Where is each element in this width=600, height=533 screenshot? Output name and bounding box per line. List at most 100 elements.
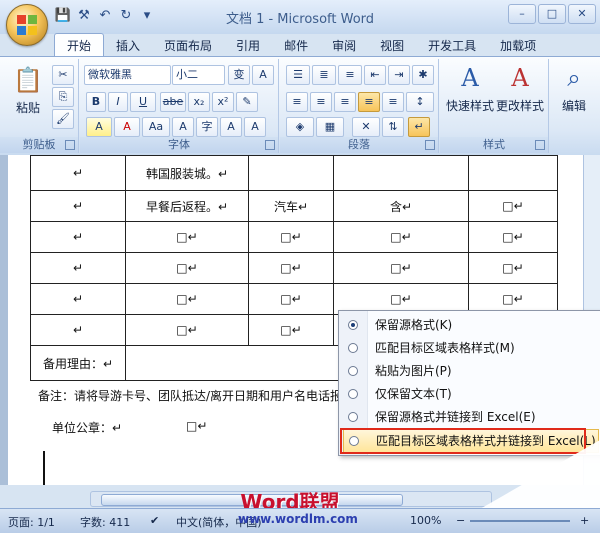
table-cell[interactable]: ↵ — [30, 252, 126, 284]
sort-icon[interactable]: ⇅ — [382, 117, 404, 137]
multilevel-list-icon[interactable]: ≡ — [338, 65, 362, 85]
font-launcher-icon[interactable] — [265, 140, 275, 150]
borders-icon[interactable]: ▦ — [316, 117, 344, 137]
cut-icon[interactable]: ✂ — [52, 65, 74, 85]
zoom-level[interactable]: 100% — [410, 514, 441, 527]
styles-launcher-icon[interactable] — [535, 140, 545, 150]
asian-layout-icon[interactable]: ✱ — [412, 65, 434, 85]
table-cell[interactable]: ↵ — [30, 221, 126, 253]
italic-button[interactable]: I — [108, 92, 128, 112]
bold-button[interactable]: B — [86, 92, 106, 112]
table-cell[interactable]: ↵ — [30, 283, 126, 315]
tab-mailings[interactable]: 邮件 — [272, 34, 320, 56]
table-cell[interactable]: 韩国服装城。↵ — [125, 155, 249, 191]
align-left-icon[interactable]: ≡ — [286, 92, 308, 112]
menu-item-text-only[interactable]: 仅保留文本(T) — [343, 383, 597, 405]
clipboard-launcher-icon[interactable] — [65, 140, 75, 150]
table-cell[interactable]: □↵ — [333, 221, 469, 253]
char-border-icon[interactable]: A — [252, 65, 274, 85]
shrink-font-button[interactable]: A — [244, 117, 266, 137]
phonetic-guide-icon[interactable]: 变 — [228, 65, 250, 85]
reason-label-cell[interactable]: 备用理由：↵ — [30, 345, 126, 381]
table-cell[interactable]: ↵ — [30, 314, 126, 346]
table-cell[interactable]: 含↵ — [333, 190, 469, 222]
menu-item-keep-source-link-excel[interactable]: 保留源格式并链接到 Excel(E) — [343, 406, 597, 428]
decrease-indent-icon[interactable]: ⇤ — [364, 65, 386, 85]
distributed-icon[interactable]: ≡ — [382, 92, 404, 112]
maximize-button[interactable]: □ — [538, 4, 566, 24]
tab-insert[interactable]: 插入 — [104, 34, 152, 56]
highlight-color-button[interactable]: A — [86, 117, 112, 137]
change-styles-button[interactable]: A 更改样式 — [494, 63, 546, 114]
close-button[interactable]: ✕ — [568, 4, 596, 24]
tab-references[interactable]: 引用 — [224, 34, 272, 56]
spelling-check-icon[interactable]: ✔ — [150, 514, 159, 527]
font-group: 微软雅黑 小二 变 A B I U abe x₂ x² ✎ A A Aa A 字… — [80, 59, 279, 153]
paste-button[interactable]: 📋 粘贴 — [10, 65, 46, 116]
superscript-button[interactable]: x² — [212, 92, 234, 112]
table-cell[interactable]: □↵ — [248, 252, 334, 284]
table-cell[interactable]: □↵ — [125, 252, 249, 284]
align-right-icon[interactable]: ≡ — [334, 92, 356, 112]
table-cell[interactable]: □↵ — [333, 252, 469, 284]
tab-page-layout[interactable]: 页面布局 — [152, 34, 224, 56]
table-cell[interactable]: □↵ — [125, 221, 249, 253]
tab-review[interactable]: 审阅 — [320, 34, 368, 56]
table-cell[interactable]: □↵ — [125, 314, 249, 346]
table-cell[interactable]: 汽车↵ — [248, 190, 334, 222]
shading-icon[interactable]: ◈ — [286, 117, 314, 137]
minimize-button[interactable]: – — [508, 4, 536, 24]
align-center-icon[interactable]: ≡ — [310, 92, 332, 112]
paragraph-launcher-icon[interactable] — [425, 140, 435, 150]
font-size-select[interactable]: 小二 — [172, 65, 225, 85]
change-case-button[interactable]: Aa — [142, 117, 170, 137]
page-count[interactable]: 页面: 1/1 — [8, 514, 55, 530]
zoom-out-icon[interactable]: − — [456, 514, 465, 527]
strikethrough-button[interactable]: abe — [160, 92, 186, 112]
table-cell[interactable]: □↵ — [468, 221, 558, 253]
tab-home[interactable]: 开始 — [54, 33, 105, 56]
table-cell[interactable]: □↵ — [248, 283, 334, 315]
quick-styles-button[interactable]: A 快速样式 — [444, 63, 496, 114]
tab-developer[interactable]: 开发工具 — [416, 34, 488, 56]
justify-icon[interactable]: ≡ — [358, 92, 380, 112]
table-cell[interactable] — [468, 155, 558, 191]
show-marks-icon[interactable]: ↵ — [408, 117, 430, 137]
zoom-slider[interactable] — [470, 520, 570, 522]
table-cell[interactable]: □↵ — [468, 252, 558, 284]
copy-icon[interactable]: ⎘ — [52, 87, 74, 107]
table-cell[interactable] — [248, 155, 334, 191]
line-spacing-icon[interactable]: ↕ — [406, 92, 434, 112]
font-color-button[interactable]: A — [114, 117, 140, 137]
format-brush-icon[interactable]: 🖌 — [52, 109, 74, 129]
table-cell[interactable]: ↵ — [30, 155, 126, 191]
subscript-button[interactable]: x₂ — [188, 92, 210, 112]
table-cell[interactable]: ↵ — [30, 190, 126, 222]
char-shading-button[interactable]: A — [172, 117, 194, 137]
enclose-char-button[interactable]: 字 — [196, 117, 218, 137]
tab-view[interactable]: 视图 — [368, 34, 416, 56]
table-cell[interactable]: □↵ — [468, 190, 558, 222]
table-cell[interactable]: □↵ — [248, 314, 334, 346]
menu-item-keep-source[interactable]: 保留源格式(K) — [343, 314, 597, 336]
word-count[interactable]: 字数: 411 — [80, 514, 130, 530]
clear-format-icon[interactable]: ✎ — [236, 92, 258, 112]
table-cell[interactable]: 早餐后返程。↵ — [125, 190, 249, 222]
menu-item-paste-picture[interactable]: 粘贴为图片(P) — [343, 360, 597, 382]
table-cell[interactable]: □↵ — [248, 221, 334, 253]
editing-button[interactable]: ⌕ 编辑 — [554, 63, 594, 114]
font-name-select[interactable]: 微软雅黑 — [84, 65, 171, 85]
menu-item-match-destination[interactable]: 匹配目标区域表格样式(M) — [343, 337, 597, 359]
office-button[interactable] — [6, 4, 48, 46]
char-scaling-icon[interactable]: ✕ — [352, 117, 380, 137]
grow-font-button[interactable]: A — [220, 117, 242, 137]
bullets-icon[interactable]: ☰ — [286, 65, 310, 85]
table-cell[interactable] — [333, 155, 469, 191]
table-cell[interactable]: □↵ — [125, 283, 249, 315]
numbering-icon[interactable]: ≣ — [312, 65, 336, 85]
tab-addins[interactable]: 加载项 — [488, 34, 548, 56]
underline-button[interactable]: U — [130, 92, 156, 112]
increase-indent-icon[interactable]: ⇥ — [388, 65, 410, 85]
zoom-in-icon[interactable]: + — [580, 514, 589, 527]
text-cursor — [43, 451, 45, 485]
